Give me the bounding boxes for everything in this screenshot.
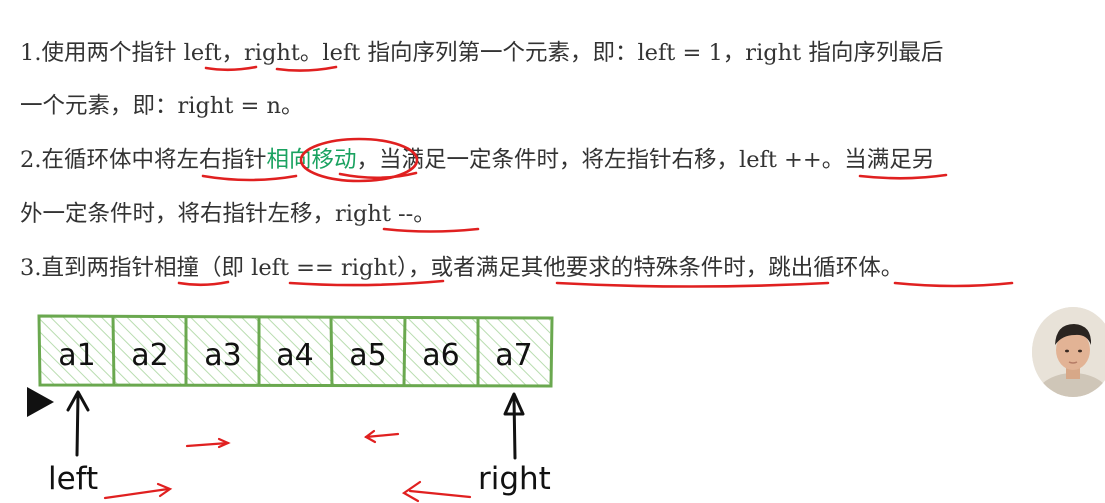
play-button[interactable] <box>18 380 62 424</box>
annotation-layer <box>37 65 1014 503</box>
play-icon <box>27 387 54 417</box>
array-cell-a7: a7 <box>495 338 533 373</box>
presenter-avatar <box>1032 307 1105 397</box>
circle-move-toward <box>299 137 419 183</box>
underline-left-inc <box>858 173 948 180</box>
underline-condition <box>288 279 445 287</box>
left-pointer-label: left <box>48 461 99 497</box>
left-arrow-shaft <box>75 393 80 457</box>
underline-left <box>204 65 258 72</box>
red-underlines <box>177 65 1014 288</box>
array-cell-a1: a1 <box>58 338 96 373</box>
underline-pointers <box>201 174 298 182</box>
array-cell-a2: a2 <box>131 338 169 373</box>
underline-right <box>275 65 338 72</box>
array-cell-a3: a3 <box>204 338 242 373</box>
array-cell-a5: a5 <box>349 338 387 373</box>
array-cell-a6: a6 <box>422 338 460 373</box>
right-arrow-shaft <box>512 396 517 460</box>
array-cell-a4: a4 <box>276 338 314 373</box>
underline-exit <box>893 281 1014 288</box>
underline-special <box>555 281 830 288</box>
underline-collide <box>177 280 230 287</box>
direction-arrows <box>103 429 472 503</box>
right-pointer-label: right <box>478 461 551 497</box>
pointer-arrows <box>66 390 525 460</box>
underline-right-dec <box>382 227 480 233</box>
